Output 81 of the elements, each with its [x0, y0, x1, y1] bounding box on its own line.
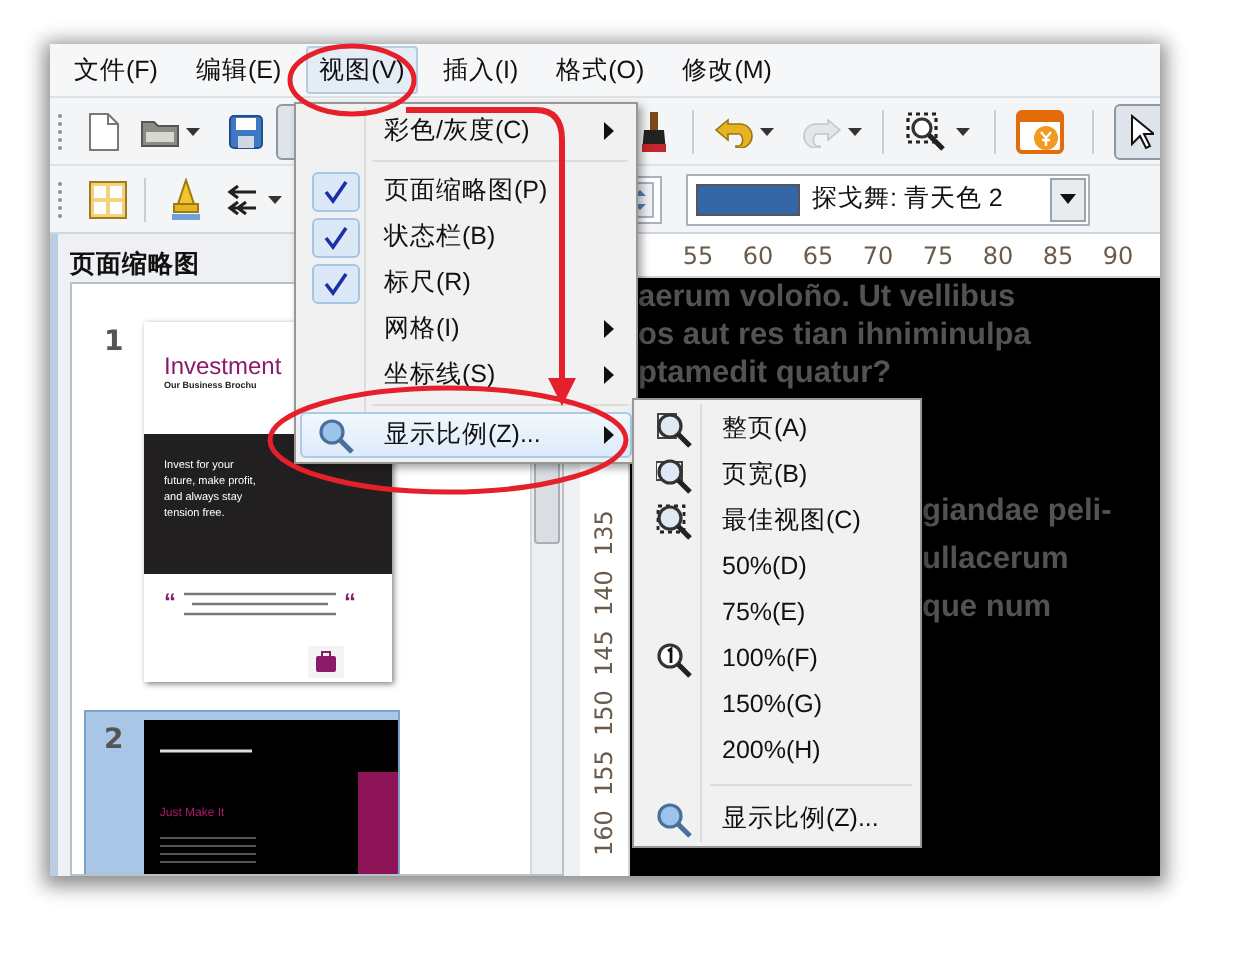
caret-icon[interactable]: [268, 195, 282, 203]
menu-item[interactable]: 200%(H): [638, 728, 916, 774]
submenu-arrow-icon: [604, 320, 614, 338]
caret-icon: [1060, 194, 1076, 204]
submenu-arrow-icon: [604, 122, 614, 140]
menu-item[interactable]: 整页(A): [638, 406, 916, 452]
caret-icon[interactable]: [760, 127, 774, 135]
toolbar-grip-icon: [56, 109, 64, 153]
ruler-number: 65: [800, 240, 836, 274]
caret-icon[interactable]: [956, 127, 970, 135]
menu-item[interactable]: 插入(I): [428, 45, 533, 95]
menu-item[interactable]: 格式(O): [542, 45, 659, 95]
ruler-number: 70: [860, 240, 896, 274]
logo-icon: [308, 646, 344, 678]
annotation-ellipse: [287, 43, 417, 117]
ruler-number: 150: [588, 689, 620, 741]
menu-item[interactable]: 页宽(B): [638, 452, 916, 498]
menu-item[interactable]: 50%(D): [638, 544, 916, 590]
ruler-number: 75: [920, 240, 956, 274]
slide-text: aerum voloño. Ut vellibus: [638, 278, 1018, 316]
ruler-number: 145: [588, 629, 620, 681]
submenu-arrow-icon: [604, 426, 614, 444]
menu-item[interactable]: 150%(G): [638, 682, 916, 728]
menu-item[interactable]: 75%(E): [638, 590, 916, 636]
dropdown-button[interactable]: [1050, 177, 1086, 221]
caret-icon[interactable]: [848, 127, 862, 135]
text-lines-drawing: [159, 836, 256, 864]
slide-title: Investment: [164, 354, 284, 380]
toolbar-grip-icon: [56, 177, 64, 221]
ruler-number: 135: [588, 509, 620, 561]
ruler-number: 80: [980, 240, 1016, 274]
ruler-number: 160: [588, 809, 620, 861]
color-dropdown[interactable]: 探戈舞: 青天色 2: [686, 173, 1090, 225]
layout-grid-icon[interactable]: [88, 179, 128, 219]
magnifier-icon: [655, 801, 691, 837]
slide-text: ptamedit quatur?: [638, 354, 894, 392]
accent-bar-drawing: [358, 772, 398, 874]
panel-title: 页面缩略图: [67, 248, 202, 282]
menu-item[interactable]: 标尺(R): [300, 260, 632, 306]
folder-icon[interactable]: [140, 115, 180, 147]
menu-item[interactable]: 显示比例(Z)...: [300, 412, 632, 458]
menu-item[interactable]: 文件(F): [60, 45, 172, 95]
ruler-number: 90: [1100, 240, 1136, 274]
ruler-number: 60: [740, 240, 776, 274]
magnifier-page-icon: [655, 457, 691, 493]
slide-text: ullacerum: [922, 540, 1071, 580]
caret-icon[interactable]: [186, 127, 200, 135]
ruler-number: 140: [588, 569, 620, 621]
slide-number: 1: [104, 324, 126, 362]
highlighter-pen-icon[interactable]: [170, 177, 202, 221]
slide-text: que num: [922, 588, 1054, 628]
zoom-selection-icon: [655, 503, 691, 539]
magnifier-page-icon: [655, 411, 691, 447]
ruler-number: 85: [1040, 240, 1076, 274]
quote-mark: “: [164, 590, 176, 614]
pointer-button[interactable]: [1114, 103, 1160, 159]
ruler-number: 155: [588, 749, 620, 801]
menu-item[interactable]: 编辑(E): [181, 45, 296, 95]
slide-text: os aut res tian ihniminulpa: [638, 316, 1033, 354]
new-document-icon[interactable]: [88, 111, 120, 151]
quote-mark: “: [344, 590, 356, 614]
menu-item[interactable]: 状态栏(B): [300, 214, 632, 260]
pointer-arrow-icon: [1130, 113, 1154, 149]
undo-arrow-icon[interactable]: [714, 115, 754, 147]
text-lines-drawing: [159, 748, 252, 754]
zoom-selection-icon[interactable]: [904, 109, 948, 153]
slide-text: giandae peli-: [922, 492, 1114, 532]
color-name: 探戈舞: 青天色 2: [812, 182, 1003, 217]
paintbrush-icon[interactable]: [636, 109, 672, 153]
submenu-arrow-icon: [604, 366, 614, 384]
magnifier-one-icon: [655, 641, 691, 677]
magnifier-icon: [317, 417, 353, 453]
menu-item[interactable]: 显示比例(Z)...: [638, 796, 916, 842]
ruler-number: 55: [680, 240, 716, 274]
double-arrows-icon[interactable]: [222, 183, 258, 215]
menu-item[interactable]: 修改(M): [668, 45, 786, 95]
menu-item[interactable]: 最佳视图(C): [638, 498, 916, 544]
currency-window-icon[interactable]: [1016, 107, 1068, 155]
menu-item[interactable]: 100%(F): [638, 636, 916, 682]
slide-number: 2: [104, 722, 126, 760]
menu-item[interactable]: 页面缩略图(P): [300, 168, 632, 214]
